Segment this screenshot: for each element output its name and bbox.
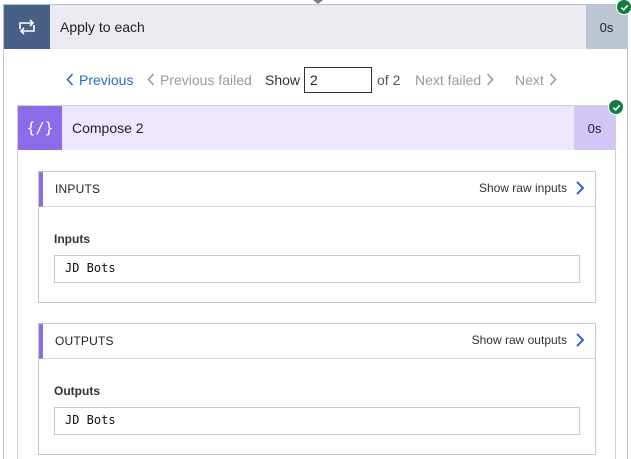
inputs-section: INPUTS Show raw inputs Inputs JD Bots <box>38 171 596 303</box>
inputs-value: JD Bots <box>54 255 580 283</box>
next-label: Next <box>515 72 544 88</box>
chevron-right-icon <box>575 180 585 196</box>
outputs-section-title: OUTPUTS <box>55 334 114 348</box>
outputs-section: OUTPUTS Show raw outputs Outputs JD Bots <box>38 323 596 455</box>
chevron-left-icon <box>66 72 74 88</box>
compose-duration: 0s <box>574 106 615 150</box>
show-raw-inputs-label: Show raw inputs <box>478 181 567 195</box>
outputs-value: JD Bots <box>54 407 580 435</box>
loop-icon <box>4 5 50 49</box>
apply-to-each-card: Apply to each 0s Previous Previous faile… <box>3 4 628 459</box>
show-raw-inputs-link[interactable]: Show raw inputs <box>479 180 585 196</box>
page-count-label: of 2 <box>377 72 401 88</box>
success-check-icon <box>616 0 631 15</box>
previous-failed-button[interactable]: Previous failed <box>147 72 252 88</box>
outputs-field-label: Outputs <box>54 384 100 398</box>
chevron-left-icon <box>147 72 155 88</box>
iteration-pager: Previous Previous failed Show of 2 Next … <box>4 67 627 93</box>
next-button[interactable]: Next <box>515 72 557 88</box>
outputs-section-header: OUTPUTS Show raw outputs <box>39 324 595 359</box>
previous-button[interactable]: Previous <box>66 72 133 88</box>
show-label: Show <box>265 72 301 88</box>
inputs-field-label: Inputs <box>54 232 90 246</box>
apply-to-each-title: Apply to each <box>60 19 145 35</box>
compose-header[interactable]: {/} Compose 2 0s <box>18 106 615 150</box>
apply-to-each-header[interactable]: Apply to each 0s <box>4 5 627 49</box>
previous-failed-label: Previous failed <box>160 72 252 88</box>
next-failed-button[interactable]: Next failed <box>415 72 494 88</box>
chevron-right-icon <box>486 72 494 88</box>
page-number-input[interactable] <box>304 67 372 93</box>
inputs-section-header: INPUTS Show raw inputs <box>39 172 595 207</box>
compose-card: {/} Compose 2 0s INPUTS Show raw inputs … <box>17 99 624 459</box>
compose-icon: {/} <box>18 106 62 150</box>
chevron-right-icon <box>575 332 585 348</box>
show-raw-outputs-link[interactable]: Show raw outputs <box>472 332 585 348</box>
previous-label: Previous <box>79 72 134 88</box>
success-check-icon <box>608 99 624 115</box>
chevron-right-icon <box>549 72 557 88</box>
inputs-section-title: INPUTS <box>55 182 101 196</box>
compose-title: Compose 2 <box>72 120 144 136</box>
show-raw-outputs-label: Show raw outputs <box>471 333 567 347</box>
next-failed-label: Next failed <box>415 72 482 88</box>
connector-arrow-icon <box>313 0 323 4</box>
